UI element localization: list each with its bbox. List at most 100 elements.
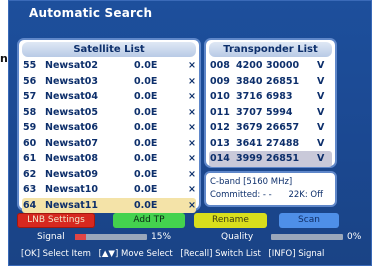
automatic-search-screen: Automatic Search Satellite List 55 Newsat… [8,0,372,266]
quality-bar [271,234,343,240]
transponder-symbol-rate: 5994 [266,106,293,118]
satellite-name: Newsat11 [45,199,98,211]
signal-meter: Signal 15% [37,231,187,243]
transponder-polarization: V [317,122,325,133]
satellite-position: 0.0E [134,199,158,211]
quality-percent: 0% [347,232,362,242]
transponder-polarization: V [317,137,325,149]
satellite-number: 57 [23,91,37,102]
satellite-row[interactable]: 57 Newsat04 0.0E × [22,89,196,105]
transponder-polarization: V [317,91,325,102]
satellite-name: Newsat02 [45,60,98,71]
satellite-position: 0.0E [134,122,158,133]
transponder-symbol-rate: 26657 [266,122,300,133]
satellite-mark: × [188,60,196,71]
satellite-number: 64 [23,199,37,211]
satellite-position: 0.0E [134,75,158,87]
satellite-row[interactable]: 56 Newsat03 0.0E × [22,74,196,90]
satellite-mark: × [188,106,196,118]
satellite-list: 55 Newsat02 0.0E × 56 Newsat03 0.0E × 57 Newsat04… [22,58,196,213]
transponder-row[interactable]: 008 4200 30000 V [209,58,332,74]
satellite-mark: × [188,75,196,87]
satellite-number: 62 [23,168,37,180]
transponder-number: 008 [210,60,230,71]
scan-button[interactable]: Scan [279,213,339,228]
transponder-frequency: 3679 [236,122,263,133]
satellite-row[interactable]: 64 Newsat11 0.0E × [22,197,196,213]
satellite-mark: × [188,199,196,211]
transponder-row[interactable]: 014 3999 26851 V [209,151,332,167]
satellite-name: Newsat10 [45,184,98,195]
transponder-symbol-rate: 6983 [266,91,293,102]
satellite-name: Newsat06 [45,122,98,133]
satellite-number: 58 [23,106,37,118]
transponder-frequency: 3716 [236,91,263,102]
satellite-number: 60 [23,137,37,149]
transponder-row[interactable]: 013 3641 27488 V [209,136,332,152]
satellite-row[interactable]: 62 Newsat09 0.0E × [22,167,196,183]
satellite-position: 0.0E [134,60,158,71]
satellite-name: Newsat09 [45,168,98,180]
rename-button[interactable]: Rename [194,213,267,228]
transponder-row[interactable]: 011 3707 5994 V [209,105,332,121]
signal-percent: 15% [151,232,172,242]
satellite-position: 0.0E [134,184,158,195]
satellite-mark: × [188,168,196,180]
transponder-symbol-rate: 27488 [266,137,300,149]
quality-label: Quality [221,232,254,242]
satellite-row[interactable]: 55 Newsat02 0.0E × [22,58,196,74]
transponder-row[interactable]: 012 3679 26657 V [209,120,332,136]
transponder-symbol-rate: 26851 [266,75,300,87]
committed-info: Committed: - - [210,190,272,200]
transponder-list-panel: Transponder List 008 4200 30000 V 009 3840 268… [204,38,337,168]
transponder-frequency: 3840 [236,75,263,87]
transponder-number: 014 [210,153,230,164]
satellite-position: 0.0E [134,137,158,149]
satellite-position: 0.0E [134,91,158,102]
satellite-number: 56 [23,75,37,87]
transponder-polarization: V [317,106,325,118]
satellite-list-panel: Satellite List 55 Newsat02 0.0E × 56 Newsat03… [17,38,201,213]
satellite-row[interactable]: 61 Newsat08 0.0E × [22,151,196,167]
signal-label: Signal [37,232,65,242]
band-info: C-band [5160 MHz] [210,177,293,187]
hint-ok: [OK] Select Item [21,249,91,259]
transponder-polarization: V [317,60,325,71]
satellite-name: Newsat04 [45,91,98,102]
transponder-frequency: 3707 [236,106,263,118]
transponder-row[interactable]: 010 3716 6983 V [209,89,332,105]
add-tp-button[interactable]: Add TP [113,213,185,228]
transponder-polarization: V [317,153,325,164]
satellite-position: 0.0E [134,153,158,164]
transponder-polarization: V [317,75,325,87]
satellite-number: 59 [23,122,37,133]
transponder-list-header: Transponder List [209,42,332,57]
satellite-name: Newsat07 [45,137,98,149]
satellite-position: 0.0E [134,168,158,180]
satellite-name: Newsat03 [45,75,98,87]
satellite-number: 55 [23,60,37,71]
transponder-info-box: C-band [5160 MHz] Committed: - - 22K: Of… [204,171,337,207]
satellite-row[interactable]: 63 Newsat10 0.0E × [22,182,196,198]
transponder-frequency: 3641 [236,137,263,149]
satellite-number: 63 [23,184,37,195]
22k-info: 22K: Off [288,190,323,200]
hint-info: [INFO] Signal [268,249,325,259]
satellite-number: 61 [23,153,37,164]
satellite-position: 0.0E [134,106,158,118]
satellite-row[interactable]: 58 Newsat05 0.0E × [22,105,196,121]
satellite-row[interactable]: 59 Newsat06 0.0E × [22,120,196,136]
hint-recall: [Recall] Switch List [180,249,261,259]
transponder-row[interactable]: 009 3840 26851 V [209,74,332,90]
signal-bar [75,234,147,240]
hint-move: [▲▼] Move Select [98,249,173,259]
satellite-mark: × [188,153,196,164]
transponder-number: 013 [210,137,230,149]
lnb-settings-button[interactable]: LNB Settings [17,213,95,228]
satellite-mark: × [188,184,196,195]
satellite-row[interactable]: 60 Newsat07 0.0E × [22,136,196,152]
satellite-name: Newsat05 [45,106,98,118]
key-hints: [OK] Select Item [▲▼] Move Select [Recal… [21,249,329,259]
satellite-name: Newsat08 [45,153,98,164]
transponder-symbol-rate: 26851 [266,153,300,164]
